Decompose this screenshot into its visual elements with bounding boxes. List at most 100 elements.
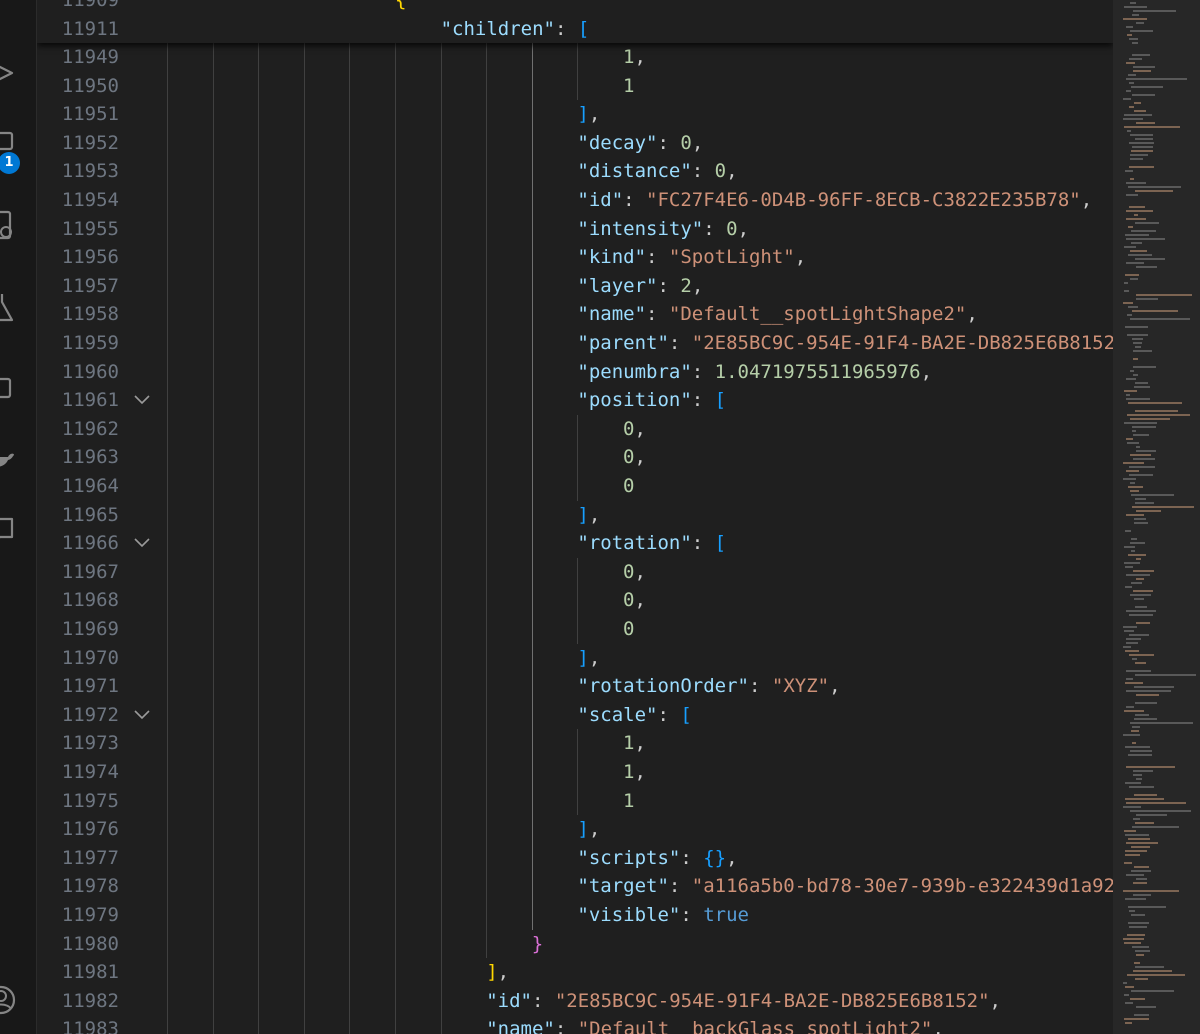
sticky-scroll-header[interactable]: 11909 {11911 "children": [: [37, 0, 1113, 43]
minimap-line: [1136, 122, 1155, 124]
fold-chevron-icon[interactable]: [132, 386, 152, 415]
indent-guide: [395, 386, 396, 415]
indent-guide: [303, 901, 305, 930]
code-line[interactable]: 11983 "name": "Default__backGlass_spotLig…: [37, 1015, 1113, 1034]
code-line[interactable]: 11979 "visible": true: [37, 901, 1113, 930]
code-line[interactable]: 11970],: [37, 643, 1113, 673]
code-token: "scale": [577, 703, 658, 726]
code-line[interactable]: 11982 "id": "2E85BC9C-954E-91F4-BA2E-DB82…: [37, 986, 1113, 1016]
code-line[interactable]: 11968 0,: [37, 586, 1113, 615]
indent-guide: [486, 786, 488, 816]
code-line[interactable]: 11953 "distance": 0,: [37, 157, 1113, 186]
indent-guide: [349, 615, 351, 644]
minimap-line: [1136, 1006, 1156, 1008]
indent-guide: [349, 729, 351, 758]
code-line[interactable]: 11971 "rotationOrder": "XYZ",: [37, 672, 1113, 701]
indent-guide: [486, 128, 488, 158]
indent-guide: [395, 414, 396, 444]
indent-guide: [167, 357, 168, 387]
device-icon[interactable]: [0, 373, 16, 403]
minimap-line: [1124, 710, 1144, 712]
minimap-line: [1134, 518, 1146, 520]
code-line[interactable]: 11963 0,: [37, 443, 1113, 472]
code-line[interactable]: 11960 "penumbra": 1.0471975511965976,: [37, 357, 1113, 387]
minimap-line: [1130, 750, 1152, 752]
minimap-line: [1123, 646, 1131, 648]
comments-icon[interactable]: [0, 515, 16, 545]
code-line[interactable]: 11980}: [37, 929, 1113, 959]
code-token: ,: [966, 303, 978, 326]
code-line[interactable]: 11965],: [37, 500, 1113, 530]
minimap-line: [1125, 650, 1139, 652]
code-line[interactable]: 11978 "target": "a116a5b0-bd78-30e7-939b-…: [37, 872, 1113, 901]
testing-icon[interactable]: [0, 292, 16, 322]
minimap-slider[interactable]: [1113, 0, 1200, 1034]
code-line[interactable]: 11969 0: [37, 615, 1113, 644]
minimap-line: [1132, 506, 1194, 508]
minimap-line: [1125, 898, 1146, 900]
minimap-line: [1131, 242, 1142, 244]
minimap-line: [1130, 490, 1139, 492]
minimap-line: [1130, 810, 1191, 812]
code-line[interactable]: 11957 "layer": 2,: [37, 271, 1113, 301]
docker-icon[interactable]: [0, 443, 16, 473]
code-line[interactable]: 11977 "scripts": {},: [37, 843, 1113, 873]
minimap-line: [1130, 418, 1170, 420]
code-text: 1,: [623, 43, 646, 72]
code-line[interactable]: 11909 {: [37, 0, 1113, 15]
code-line[interactable]: 11974 1,: [37, 758, 1113, 787]
code-token: "children": [440, 17, 555, 40]
code-line[interactable]: 11966 "rotation": [: [37, 529, 1113, 558]
fold-chevron-icon[interactable]: [132, 701, 152, 730]
minimap-line: [1126, 670, 1151, 672]
code-line[interactable]: 11958 "name": "Default__spotLightShape2",: [37, 300, 1113, 329]
minimap[interactable]: [1113, 0, 1200, 1034]
minimap-line: [1123, 806, 1141, 808]
code-token: "position": [577, 389, 692, 412]
code-line[interactable]: 11959 "parent": "2E85BC9C-954E-91F4-BA2E-…: [37, 329, 1113, 358]
code-line[interactable]: 11952 "decay": 0,: [37, 128, 1113, 158]
code-line[interactable]: 11976],: [37, 815, 1113, 844]
line-number: 11909: [61, 0, 119, 11]
code-line[interactable]: 11962 0,: [37, 414, 1113, 444]
indent-guide: [486, 386, 488, 415]
indent-guide: [440, 329, 442, 358]
account-icon[interactable]: [0, 985, 16, 1015]
code-line[interactable]: 11954 "id": "FC27F4E6-0D4B-96FF-8ECB-C382…: [37, 186, 1113, 215]
code-line[interactable]: 11956 "kind": "SpotLight",: [37, 243, 1113, 272]
minimap-line: [1128, 486, 1143, 488]
code-line[interactable]: 11955 "intensity": 0,: [37, 214, 1113, 244]
fold-chevron-icon[interactable]: [132, 529, 152, 558]
code-editor[interactable]: 11949 1, 11950 1 11951], 11952 "decay": 0, 1195…: [37, 0, 1113, 1034]
indent-guide: [258, 815, 260, 844]
code-line[interactable]: 11981],: [37, 958, 1113, 987]
indent-guide: [212, 529, 214, 558]
line-number: 11956: [61, 246, 119, 269]
indent-guide: [531, 672, 533, 701]
code-line[interactable]: 11911 "children": [: [37, 15, 1113, 43]
code-line[interactable]: 11975 1: [37, 786, 1113, 816]
code-line[interactable]: 11967 0,: [37, 557, 1113, 587]
indent-guide: [395, 243, 396, 272]
minimap-line: [1135, 410, 1178, 412]
code-line[interactable]: 11973 1,: [37, 729, 1113, 758]
code-line[interactable]: 11964 0: [37, 472, 1113, 501]
indent-guide: [486, 586, 488, 615]
minimap-line: [1124, 282, 1128, 284]
indent-guide: [167, 786, 168, 816]
indent-guide: [303, 700, 305, 730]
extensions-icon[interactable]: [0, 210, 16, 240]
indent-guide: [212, 386, 214, 415]
code-line[interactable]: 11951],: [37, 100, 1113, 129]
indent-guide: [440, 929, 442, 959]
line-number: 11970: [61, 646, 119, 669]
run-debug-icon[interactable]: [0, 58, 16, 88]
code-token: 1: [623, 74, 635, 97]
code-text: "layer": 2,: [577, 272, 703, 301]
code-line[interactable]: 11950 1: [37, 71, 1113, 101]
indent-guide: [440, 615, 442, 644]
minimap-line: [1124, 546, 1135, 548]
code-line[interactable]: 11972 "scale": [: [37, 700, 1113, 730]
code-line[interactable]: 11949 1,: [37, 43, 1113, 72]
code-line[interactable]: 11961 "position": [: [37, 386, 1113, 415]
